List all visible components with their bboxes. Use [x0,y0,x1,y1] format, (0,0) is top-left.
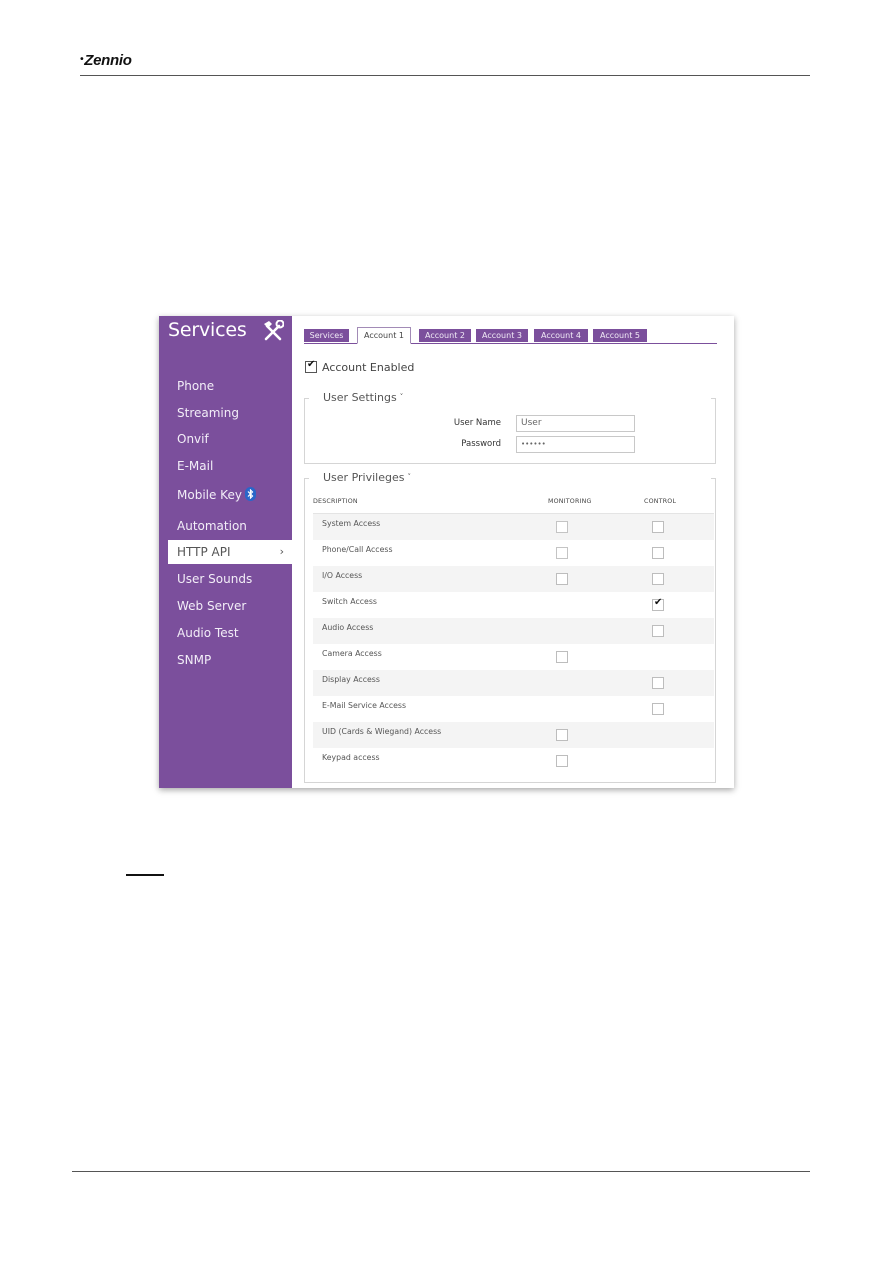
privilege-label: Phone/Call Access [322,545,393,554]
tools-icon [264,320,284,341]
user-settings-section: User Settings ˅ User Name User Password •… [304,391,716,464]
monitoring-checkbox[interactable] [556,547,568,559]
control-checkbox[interactable] [652,625,664,637]
zennio-logo: •Zennio [80,52,132,69]
user-settings-toggle[interactable]: User Settings ˅ [319,391,408,404]
sidebar-item-onvif[interactable]: Onvif [168,427,292,451]
user-privileges-toggle[interactable]: User Privileges ˅ [319,471,415,484]
tab-account-5[interactable]: Account 5 [593,329,647,342]
note-underline [126,874,164,876]
tab-account-2[interactable]: Account 2 [419,329,471,342]
privilege-row: Display Access [313,670,714,696]
sidebar-item-web-server[interactable]: Web Server [168,594,292,618]
account-enabled-label: Account Enabled [322,361,415,374]
sidebar-item-snmp[interactable]: SNMP [168,648,292,672]
chevron-down-icon: ˅ [399,393,404,401]
privilege-row: Keypad access [313,748,714,774]
sidebar-item-streaming[interactable]: Streaming [168,401,292,425]
sidebar-item-user-sounds[interactable]: User Sounds [168,567,292,591]
checkmark-icon: ✔ [654,597,663,608]
sidebar-item-audio-test[interactable]: Audio Test [168,621,292,645]
tab-account-3[interactable]: Account 3 [476,329,528,342]
sidebar-item-label: HTTP API [177,545,231,559]
tab-services[interactable]: Services [304,329,349,342]
sidebar-item-email[interactable]: E-Mail [168,454,292,478]
privilege-row: Switch Access ✔ [313,592,714,618]
sidebar-item-automation[interactable]: Automation [168,514,292,538]
privilege-row: UID (Cards & Wiegand) Access [313,722,714,748]
privilege-label: Switch Access [322,597,377,606]
privilege-row: System Access [313,514,714,540]
monitoring-checkbox[interactable] [556,573,568,585]
sidebar-item-label: Mobile Key [177,488,242,502]
privilege-label: I/O Access [322,571,363,580]
logo-mark: • [80,54,84,65]
column-header-description: DESCRIPTION [313,498,358,505]
control-checkbox[interactable] [652,573,664,585]
sidebar-item-mobile-key[interactable]: Mobile Key [168,483,292,507]
chevron-right-icon: › [279,545,284,558]
monitoring-checkbox[interactable] [556,521,568,533]
control-checkbox[interactable] [652,677,664,689]
header-divider [80,75,810,76]
column-header-control: CONTROL [644,498,677,505]
user-privileges-section: User Privileges ˅ DESCRIPTION MONITORING … [304,471,716,783]
privilege-row: I/O Access [313,566,714,592]
column-header-monitoring: MONITORING [548,498,592,505]
tab-account-1[interactable]: Account 1 [357,327,411,344]
control-checkbox[interactable]: ✔ [652,597,664,611]
sidebar-item-http-api[interactable]: HTTP API › [168,540,292,564]
account-enabled-row: ✔ Account Enabled [305,359,415,374]
privilege-label: Audio Access [322,623,374,632]
user-settings-legend: User Settings [323,391,397,404]
tab-bar: Services Account 1 Account 2 Account 3 A… [304,327,717,344]
monitoring-checkbox[interactable] [556,755,568,767]
privilege-row: Camera Access [313,644,714,670]
services-settings-screenshot: Services Phone Streaming Onvif E-Mail Mo… [159,316,734,788]
monitoring-checkbox[interactable] [556,729,568,741]
password-label: Password [461,439,501,449]
sidebar-title: Services [168,319,247,341]
privilege-label: Camera Access [322,649,382,658]
privilege-label: System Access [322,519,381,528]
tab-account-4[interactable]: Account 4 [534,329,588,342]
privilege-label: UID (Cards & Wiegand) Access [322,727,442,736]
checkmark-icon: ✔ [307,359,316,370]
privilege-row: Phone/Call Access [313,540,714,566]
control-checkbox[interactable] [652,521,664,533]
privilege-label: E-Mail Service Access [322,701,407,710]
sidebar-item-phone[interactable]: Phone [168,374,292,398]
privilege-row: E-Mail Service Access [313,696,714,722]
monitoring-checkbox[interactable] [556,651,568,663]
chevron-down-icon: ˅ [407,473,411,481]
password-input[interactable]: •••••• [516,436,635,453]
bluetooth-icon [244,487,256,501]
privilege-row: Audio Access [313,618,714,644]
account-enabled-checkbox[interactable]: ✔ [305,359,317,373]
privilege-label: Keypad access [322,753,380,762]
privilege-label: Display Access [322,675,380,684]
logo-text: Zennio [84,52,132,69]
user-privileges-legend: User Privileges [323,471,405,484]
sidebar: Services Phone Streaming Onvif E-Mail Mo… [159,316,292,788]
username-input[interactable]: User [516,415,635,432]
control-checkbox[interactable] [652,703,664,715]
control-checkbox[interactable] [652,547,664,559]
footer-divider [72,1171,810,1172]
username-label: User Name [453,418,501,428]
main-panel: Services Account 1 Account 2 Account 3 A… [292,316,734,788]
